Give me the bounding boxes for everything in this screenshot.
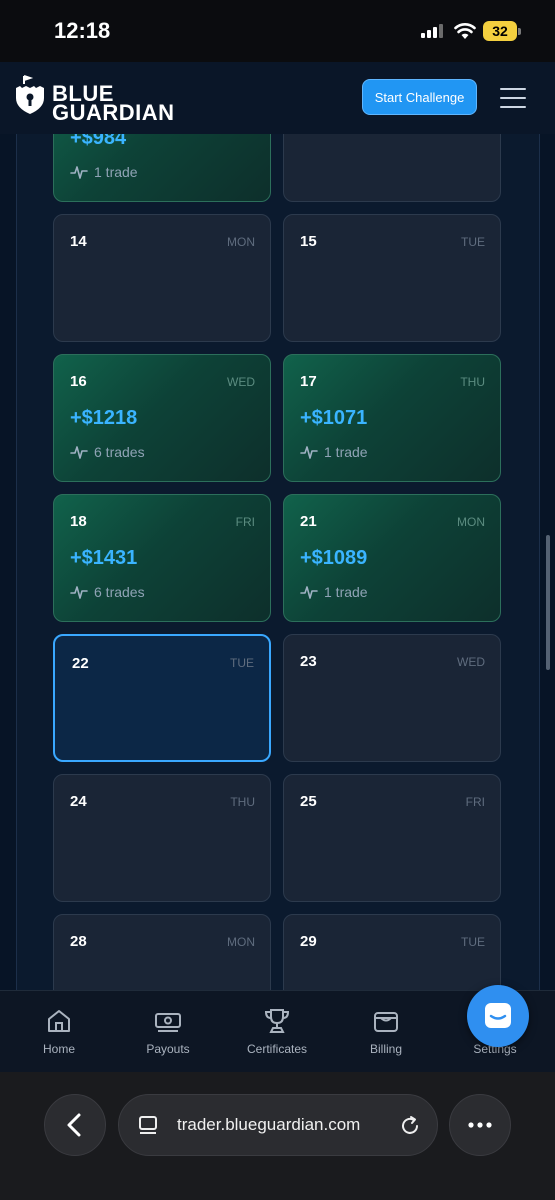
activity-pulse-icon	[300, 586, 318, 599]
wifi-icon	[454, 23, 476, 39]
chevron-left-icon	[67, 1113, 81, 1137]
day-number: 16	[70, 373, 87, 390]
day-of-week: TUE	[461, 235, 485, 249]
trade-count-label: 6 trades	[94, 444, 145, 460]
brand-name[interactable]: BLUE GUARDIAN	[52, 83, 175, 125]
battery-indicator: 32	[483, 21, 521, 41]
status-bar: 12:18 32	[0, 0, 555, 62]
calendar-day-card[interactable]: 17 THU +$1071 1 trade	[283, 354, 501, 482]
day-number: 21	[300, 513, 317, 530]
browser-toolbar: trader.blueguardian.com	[0, 1072, 555, 1200]
calendar-day-card[interactable]: 21 MON +$1089 1 trade	[283, 494, 501, 622]
day-number: 18	[70, 513, 87, 530]
calendar-day-card[interactable]: 14 MON	[53, 214, 271, 342]
day-of-week: THU	[230, 795, 255, 809]
url-text: trader.blueguardian.com	[177, 1115, 361, 1134]
day-of-week: MON	[227, 935, 255, 949]
day-of-week: MON	[227, 235, 255, 249]
calendar-day-card[interactable]: 24 THU	[53, 774, 271, 902]
day-number: 23	[300, 653, 317, 670]
day-number: 15	[300, 233, 317, 250]
calendar-day-card[interactable]: 28 MON	[53, 914, 271, 990]
day-number: 17	[300, 373, 317, 390]
nav-home[interactable]: Home	[4, 991, 114, 1073]
nav-billing[interactable]: Billing	[331, 991, 441, 1073]
chat-icon	[485, 1003, 511, 1028]
day-of-week: TUE	[461, 935, 485, 949]
trade-count-label: 6 trades	[94, 584, 145, 600]
activity-pulse-icon	[70, 446, 88, 459]
nav-home-label: Home	[42, 1042, 75, 1056]
activity-pulse-icon	[300, 446, 318, 459]
cellular-signal-icon	[421, 24, 443, 38]
calendar-day-card[interactable]: 16 WED +$1218 6 trades	[53, 354, 271, 482]
scrollbar[interactable]	[546, 535, 550, 670]
calendar-day-card[interactable]: 23 WED	[283, 634, 501, 762]
blue-guardian-logo-icon	[16, 75, 44, 114]
trade-count: 6 trades	[70, 444, 145, 460]
day-number: 22	[72, 655, 89, 672]
status-time: 12:18	[54, 18, 111, 43]
daily-pnl: +$1218	[70, 407, 138, 429]
day-number: 25	[300, 793, 317, 810]
day-of-week: TUE	[230, 656, 254, 670]
day-number: 29	[300, 933, 317, 950]
page-content: +$984 1 trade 14 MON 15 TUE 16 WED +$1218 6 trade…	[0, 134, 555, 990]
more-options-button[interactable]	[449, 1094, 511, 1156]
calendar-day-card[interactable]: 29 TUE	[283, 914, 501, 990]
daily-pnl: +$1431	[70, 547, 138, 569]
calendar-day-card[interactable]: +$984 1 trade	[53, 134, 271, 202]
calendar-day-card[interactable]	[283, 134, 501, 202]
day-of-week: WED	[227, 375, 255, 389]
chat-support-button[interactable]	[467, 985, 529, 1047]
day-number: 14	[70, 233, 87, 250]
nav-certificates[interactable]: Certificates	[222, 991, 332, 1073]
day-of-week: MON	[457, 515, 485, 529]
day-number: 24	[70, 793, 87, 810]
home-icon	[48, 1010, 70, 1032]
address-bar[interactable]: trader.blueguardian.com	[118, 1094, 438, 1156]
back-button[interactable]	[44, 1094, 106, 1156]
trade-count-label: 1 trade	[94, 164, 138, 180]
daily-pnl: +$1089	[300, 547, 368, 569]
brand-name-line-2: GUARDIAN	[52, 100, 175, 125]
trade-count-label: 1 trade	[324, 444, 368, 460]
activity-pulse-icon	[70, 586, 88, 599]
nav-payouts[interactable]: Payouts	[113, 991, 223, 1073]
day-of-week: THU	[460, 375, 485, 389]
day-of-week: FRI	[235, 515, 255, 529]
reload-icon[interactable]	[399, 1115, 421, 1137]
calendar-day-card[interactable]: 15 TUE	[283, 214, 501, 342]
trophy-icon	[264, 1009, 290, 1033]
start-challenge-button[interactable]: Start Challenge	[362, 79, 477, 115]
daily-pnl: +$1071	[300, 407, 368, 429]
trade-count: 1 trade	[300, 584, 368, 600]
nav-certificates-label: Certificates	[246, 1042, 308, 1056]
calendar-day-card[interactable]: 18 FRI +$1431 6 trades	[53, 494, 271, 622]
day-number: 28	[70, 933, 87, 950]
nav-billing-label: Billing	[369, 1042, 402, 1056]
activity-pulse-icon	[70, 166, 88, 179]
wallet-icon	[374, 1012, 398, 1032]
trade-count: 1 trade	[70, 164, 138, 180]
trade-count-label: 1 trade	[324, 584, 368, 600]
calendar-day-card[interactable]: 22 TUE	[53, 634, 271, 762]
trade-count: 1 trade	[300, 444, 368, 460]
day-of-week: WED	[457, 655, 485, 669]
app-header: BLUE GUARDIAN Start Challenge	[0, 62, 555, 134]
more-horizontal-icon	[468, 1122, 492, 1128]
daily-pnl: +$984	[70, 134, 127, 149]
nav-payouts-label: Payouts	[146, 1042, 190, 1056]
payouts-icon	[155, 1013, 181, 1032]
hamburger-menu-icon[interactable]	[500, 88, 526, 108]
tab-overview-icon[interactable]	[137, 1115, 159, 1137]
day-of-week: FRI	[465, 795, 485, 809]
trade-count: 6 trades	[70, 584, 145, 600]
calendar-day-card[interactable]: 25 FRI	[283, 774, 501, 902]
